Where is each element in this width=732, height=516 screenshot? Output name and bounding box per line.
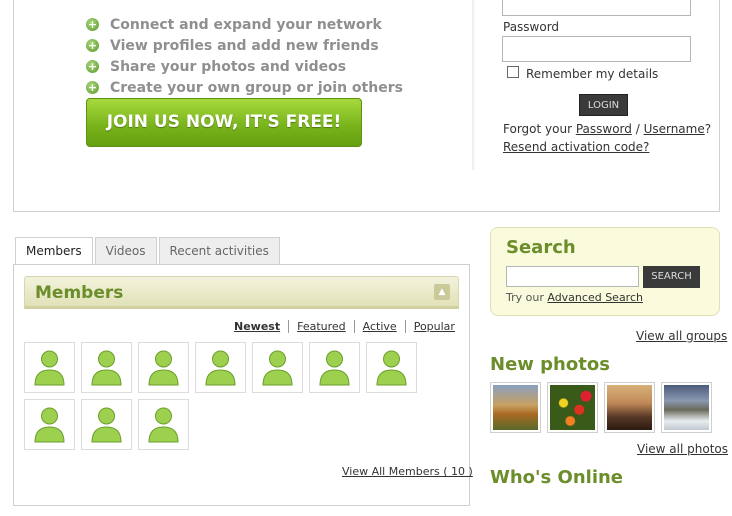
search-hint-prefix: Try our: [506, 291, 548, 304]
member-filters: Newest Featured Active Popular: [226, 320, 455, 333]
member-avatar[interactable]: [138, 399, 189, 450]
username-field[interactable]: [502, 0, 691, 16]
member-avatar[interactable]: [195, 342, 246, 393]
panel-divider: [472, 0, 476, 170]
feature-text: View profiles and add new friends: [110, 37, 379, 54]
advanced-search-link[interactable]: Advanced Search: [547, 291, 643, 304]
photo-thumbnail[interactable]: [547, 382, 598, 433]
feature-list: + Connect and expand your network + View…: [86, 14, 403, 98]
photo-thumbnail[interactable]: [604, 382, 655, 433]
filter-active[interactable]: Active: [355, 320, 406, 333]
forgot-sep: /: [631, 122, 644, 136]
join-button[interactable]: JOIN US NOW, IT'S FREE!: [86, 98, 362, 147]
feature-text: Share your photos and videos: [110, 58, 347, 75]
password-field[interactable]: [502, 36, 691, 62]
remember-label: Remember my details: [526, 67, 659, 81]
filter-featured[interactable]: Featured: [289, 320, 355, 333]
forgot-line: Forgot your Password / Username?: [503, 122, 711, 136]
user-icon: [148, 407, 179, 443]
plus-icon: +: [86, 18, 99, 31]
search-panel: Search SEARCH Try our Advanced Search: [490, 227, 720, 316]
user-icon: [148, 350, 179, 386]
user-icon: [91, 350, 122, 386]
resend-activation-link[interactable]: Resend activation code?: [503, 140, 649, 154]
filter-newest[interactable]: Newest: [226, 320, 290, 333]
feature-item: + Connect and expand your network: [86, 14, 403, 35]
user-icon: [91, 407, 122, 443]
feature-text: Create your own group or join others: [110, 79, 403, 96]
member-avatar[interactable]: [138, 342, 189, 393]
forgot-suffix: ?: [704, 122, 712, 136]
plus-icon: +: [86, 60, 99, 73]
user-icon: [205, 350, 236, 386]
plus-icon: +: [86, 39, 99, 52]
login-button[interactable]: LOGIN: [579, 94, 628, 116]
remember-checkbox[interactable]: [507, 66, 519, 78]
feature-text: Connect and expand your network: [110, 16, 382, 33]
search-input[interactable]: [506, 266, 639, 287]
member-avatar[interactable]: [81, 342, 132, 393]
user-icon: [376, 350, 407, 386]
search-hint: Try our Advanced Search: [506, 291, 643, 304]
content-tabs: Members Videos Recent activities: [15, 237, 282, 266]
member-avatar[interactable]: [366, 342, 417, 393]
member-avatar[interactable]: [252, 342, 303, 393]
plus-icon: +: [86, 81, 99, 94]
feature-item: + Share your photos and videos: [86, 56, 403, 77]
photo-thumbnail[interactable]: [490, 382, 541, 433]
feature-item: + View profiles and add new friends: [86, 35, 403, 56]
members-header: Members ▲: [24, 276, 459, 309]
filter-popular[interactable]: Popular: [406, 320, 455, 333]
flowers-image: [550, 385, 595, 430]
password-label: Password: [503, 20, 560, 34]
view-all-groups-link[interactable]: View all groups: [636, 329, 727, 343]
forgot-prefix: Forgot your: [503, 122, 576, 136]
tree-sunset-image: [607, 385, 652, 430]
autumn-landscape-image: [493, 385, 538, 430]
view-all-photos-link[interactable]: View all photos: [637, 442, 728, 456]
member-avatar[interactable]: [81, 399, 132, 450]
members-title: Members: [35, 283, 124, 303]
search-title: Search: [506, 237, 576, 258]
user-icon: [262, 350, 293, 386]
user-icon: [34, 350, 65, 386]
view-all-members-link[interactable]: View All Members ( 10 ): [342, 465, 473, 478]
tab-members[interactable]: Members: [15, 237, 93, 266]
member-avatar[interactable]: [24, 342, 75, 393]
feature-item: + Create your own group or join others: [86, 77, 403, 98]
forgot-password-link[interactable]: Password: [576, 122, 632, 136]
photo-thumbnail[interactable]: [661, 382, 712, 433]
user-icon: [34, 407, 65, 443]
tab-recent-activities[interactable]: Recent activities: [158, 237, 280, 265]
member-avatar[interactable]: [24, 399, 75, 450]
road-snow-image: [664, 385, 709, 430]
user-icon: [319, 350, 350, 386]
search-button[interactable]: SEARCH: [643, 266, 700, 288]
tab-videos[interactable]: Videos: [94, 237, 157, 265]
collapse-icon[interactable]: ▲: [434, 284, 450, 300]
forgot-username-link[interactable]: Username: [644, 122, 705, 136]
new-photos-title: New photos: [490, 354, 610, 375]
whos-online-title: Who's Online: [490, 467, 624, 488]
member-avatar[interactable]: [309, 342, 360, 393]
